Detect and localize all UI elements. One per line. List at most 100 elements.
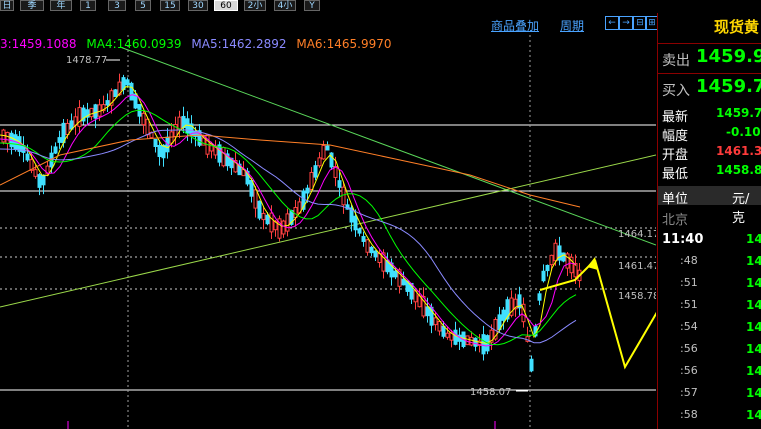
- candle-body: [33, 169, 38, 177]
- candle-body: [157, 144, 162, 158]
- tick-row: :54 14: [658, 317, 761, 339]
- scroll-left-button[interactable]: ←: [605, 16, 619, 30]
- period-button-5[interactable]: 5: [135, 0, 151, 11]
- tick-price: 14: [746, 342, 761, 356]
- tick-price: 14: [746, 386, 761, 400]
- candle-body: [265, 214, 270, 225]
- candle-body: [25, 153, 30, 161]
- tick-time: :48: [680, 254, 698, 267]
- sell-row[interactable]: 卖出 1459.9: [658, 43, 761, 70]
- period-button-0[interactable]: 日: [0, 0, 14, 11]
- cycle-link[interactable]: 周期: [560, 17, 584, 34]
- candle-body: [433, 317, 438, 326]
- candle-body: [309, 171, 314, 191]
- tick-price: 14: [746, 364, 761, 378]
- candle-body: [185, 118, 190, 134]
- candle-body: [369, 246, 374, 254]
- candle-body: [325, 145, 330, 151]
- candle-body: [481, 334, 486, 355]
- candle-body: [261, 212, 266, 221]
- moving-average-line: [0, 134, 581, 208]
- candle-body: [221, 146, 226, 167]
- period-button-1[interactable]: 季: [20, 0, 44, 11]
- candle-body: [145, 118, 150, 136]
- tick-price: 14: [746, 232, 761, 246]
- tick-price: 14: [746, 408, 761, 422]
- candle-body: [337, 180, 342, 188]
- level-label-1: 1464.17: [618, 229, 656, 240]
- candle-body: [341, 186, 346, 206]
- info-row-latest: 最新 1459.7: [662, 106, 761, 125]
- period-button-7[interactable]: 30: [188, 0, 208, 11]
- buy-row[interactable]: 买入 1459.7: [658, 73, 761, 100]
- candle-body: [113, 89, 118, 98]
- ma6-value: MA6:1465.9970: [296, 37, 392, 51]
- candle-body: [5, 131, 10, 145]
- ma4-value: MA4:1460.0939: [86, 37, 182, 51]
- candle-body: [437, 320, 442, 332]
- candle-body: [553, 242, 558, 262]
- candle-body: [545, 264, 550, 272]
- downtrend-line: [119, 46, 656, 246]
- period-button-6[interactable]: 15: [160, 0, 180, 11]
- candle-body: [89, 107, 94, 118]
- period-button-3[interactable]: 1: [80, 0, 96, 11]
- tick-time: :56: [680, 342, 698, 355]
- chart-topbar: 商品叠加 周期 ← → ⊟ ⊞: [0, 13, 659, 35]
- period-button-11[interactable]: Y: [304, 0, 320, 11]
- tick-time: 11:40: [662, 232, 704, 247]
- info-row-change: 幅度 -0.10%: [662, 125, 761, 144]
- candle-body: [441, 325, 446, 337]
- instrument-title: 现货黄: [714, 18, 760, 36]
- tick-time: :54: [680, 320, 698, 333]
- ma3-value: 3:1459.1088: [0, 37, 77, 51]
- candle-body: [77, 107, 82, 127]
- candle-body: [549, 254, 554, 266]
- unit-row: 单位 元/克: [658, 186, 761, 226]
- candle-body: [129, 82, 134, 101]
- period-button-4[interactable]: 3: [108, 0, 126, 11]
- candle-body: [321, 145, 326, 160]
- buy-price: 1459.7: [696, 76, 761, 97]
- candle-body: [541, 270, 546, 282]
- candle-body: [393, 270, 398, 278]
- quote-panel: 现货黄 卖出 1459.9 买入 1459.7 最新 1459.7 幅度 -0.…: [657, 13, 761, 429]
- ma5-value: MA5:1462.2892: [191, 37, 287, 51]
- candle-body: [125, 79, 130, 86]
- candle-body: [141, 112, 146, 126]
- scroll-right-button[interactable]: →: [619, 16, 633, 30]
- candle-body: [105, 100, 110, 106]
- candle-body: [41, 174, 46, 186]
- tick-price: 14: [746, 254, 761, 268]
- candle-body: [317, 157, 322, 167]
- candle-body: [93, 104, 98, 119]
- period-button-10[interactable]: 4小: [274, 0, 296, 11]
- period-button-9[interactable]: 2小: [244, 0, 266, 11]
- candle-body: [501, 309, 506, 321]
- candle-body: [473, 337, 478, 347]
- info-row-open: 开盘 1461.3: [662, 144, 761, 163]
- candle-body: [253, 189, 258, 209]
- tick-time: :51: [680, 298, 698, 311]
- overlay-link[interactable]: 商品叠加: [491, 17, 539, 34]
- tick-row: :51 14: [658, 295, 761, 317]
- level-label-2: 1461.47: [618, 261, 656, 272]
- period-button-8[interactable]: 60: [214, 0, 238, 11]
- tick-price: 14: [746, 276, 761, 290]
- tick-time: :51: [680, 276, 698, 289]
- sell-price: 1459.9: [696, 46, 761, 67]
- tick-price: 14: [746, 298, 761, 312]
- period-button-2[interactable]: 年: [50, 0, 72, 11]
- price-chart[interactable]: 1478.77 1458.07 1464.17 1461.47 1458.78: [0, 35, 656, 429]
- candle-body: [313, 165, 318, 178]
- level-label-3: 1458.78: [618, 291, 656, 302]
- tick-row: :51 14: [658, 273, 761, 295]
- candle-body: [249, 179, 254, 197]
- candle-body: [269, 212, 274, 233]
- period-toolbar: 日季年 1 3 5 15 30 60 2小 4小 Y: [0, 0, 656, 12]
- candle-body: [305, 187, 310, 194]
- tick-row: :58 14: [658, 405, 761, 427]
- candle-body: [365, 239, 370, 253]
- candle-body: [65, 122, 70, 136]
- candle-body: [465, 335, 470, 346]
